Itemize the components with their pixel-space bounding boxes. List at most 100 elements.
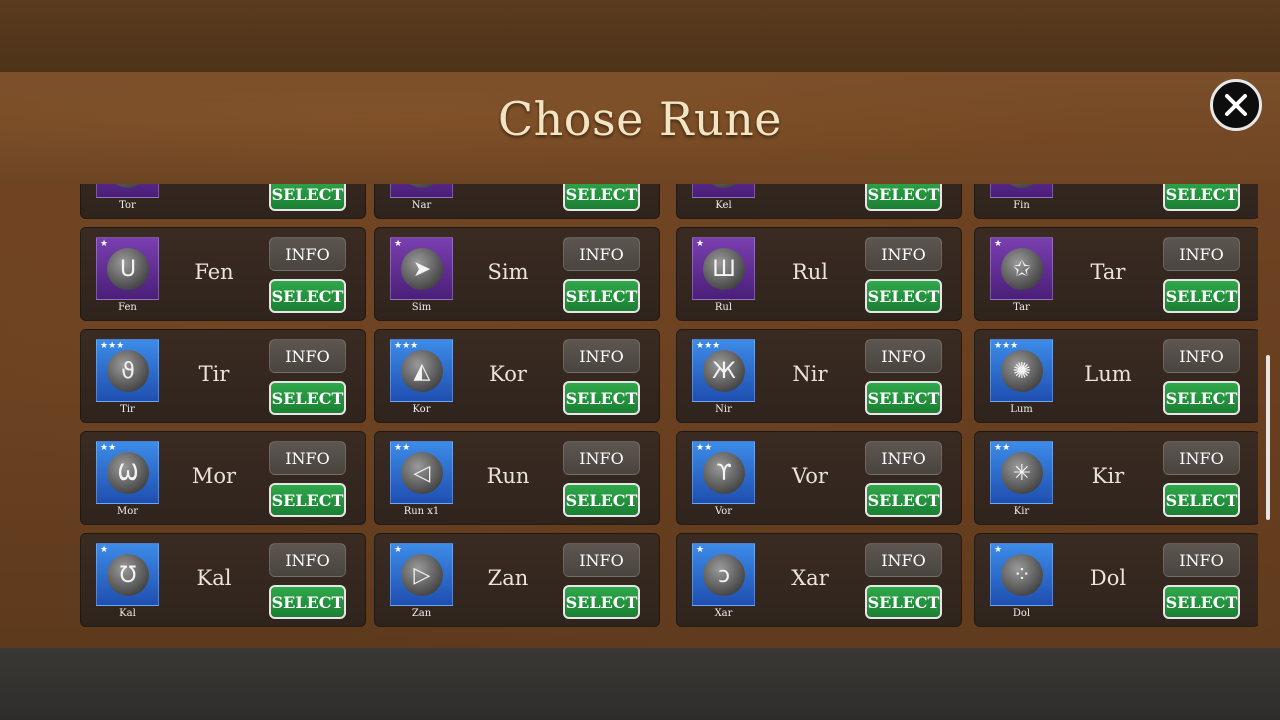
info-button[interactable]: INFO [865,237,942,271]
rune-icon[interactable]: Ш ★ [692,237,755,300]
info-button[interactable]: INFO [563,543,640,577]
rune-caption: Nar [411,200,432,211]
select-button[interactable]: SELECT [865,184,942,211]
rune-icon[interactable]: ⁘ ★ [990,543,1053,606]
rune-card: Ѡ ★★ Mor Mor INFO SELECT [80,431,366,525]
rune-card: Ш ★ Rul Rul INFO SELECT [676,227,962,321]
bottom-band [0,648,1280,720]
close-icon [1225,94,1247,116]
rune-caption: Nir [715,404,732,415]
select-button[interactable]: SELECT [563,483,640,517]
rune-icon[interactable]: ✲ [990,184,1053,198]
rune-icon[interactable]: Ж ★★★ [692,339,755,402]
rune-icon[interactable]: ↄ ★ [692,543,755,606]
select-button[interactable]: SELECT [1163,585,1240,619]
select-button[interactable]: SELECT [1163,483,1240,517]
info-button[interactable]: INFO [1163,543,1240,577]
rune-card: ĿNarNarSELECT [374,184,660,219]
rune-icon[interactable]: ϑ ★★★ [96,339,159,402]
star-rating-icon: ★ [696,239,705,249]
select-button[interactable]: SELECT [1163,381,1240,415]
rune-grid[interactable]: ☉TorTorSELECTĿNarNarSELECTШKelKelSELECT✲… [78,184,1258,637]
rune-caption: Run x1 [403,506,440,517]
info-button[interactable]: INFO [563,339,640,373]
select-button[interactable]: SELECT [865,483,942,517]
info-button[interactable]: INFO [269,339,346,373]
scrollbar[interactable] [1266,355,1270,520]
info-button[interactable]: INFO [563,237,640,271]
select-button[interactable]: SELECT [269,585,346,619]
rune-caption: Sim [411,302,432,313]
rune-icon[interactable]: ✳ ★★ [990,441,1053,504]
rune-icon[interactable]: ◁ ★★ [390,441,453,504]
rune-stone-icon: ✺ [1001,350,1043,392]
info-button[interactable]: INFO [1163,441,1240,475]
star-rating-icon: ★ [696,545,705,555]
rune-icon[interactable]: Ѡ ★★ [96,441,159,504]
rune-stone-icon: ✳ [1001,452,1043,494]
rune-caption: Fen [118,302,137,313]
rune-caption: Zan [411,608,432,619]
info-button[interactable]: INFO [269,237,346,271]
select-button[interactable]: SELECT [269,381,346,415]
rune-icon[interactable]: ☉ [96,184,159,198]
rune-caption: Tar [1013,302,1030,313]
rune-icon[interactable]: Ŀ [390,184,453,198]
rune-card: ✺ ★★★ Lum Lum INFO SELECT [974,329,1258,423]
info-button[interactable]: INFO [865,543,942,577]
rune-icon[interactable]: ϒ ★★ [692,441,755,504]
rune-icon[interactable]: Ս ★ [96,237,159,300]
rune-icon[interactable]: Ш [692,184,755,198]
rune-card: ➤ ★ Sim Sim INFO SELECT [374,227,660,321]
page-title: Chose Rune [497,92,783,146]
select-button[interactable]: SELECT [1163,184,1240,211]
rune-stone-icon: ▷ [401,554,443,596]
star-rating-icon: ★★ [394,443,411,453]
rune-caption: Mor [116,506,139,517]
header: Chose Rune [0,72,1280,184]
close-button[interactable] [1210,79,1262,131]
select-button[interactable]: SELECT [269,483,346,517]
rune-name: Tir [198,362,230,386]
rune-icon[interactable]: ✩ ★ [990,237,1053,300]
rune-icon[interactable]: Ʊ ★ [96,543,159,606]
rune-stone-icon: ◁ [401,452,443,494]
rune-icon[interactable]: ◭ ★★★ [390,339,453,402]
rune-icon[interactable]: ▷ ★ [390,543,453,606]
rune-icon[interactable]: ➤ ★ [390,237,453,300]
select-button[interactable]: SELECT [865,381,942,415]
rune-card: Ж ★★★ Nir Nir INFO SELECT [676,329,962,423]
info-button[interactable]: INFO [1163,339,1240,373]
rune-stone-icon: ✲ [1001,184,1043,188]
select-button[interactable]: SELECT [269,279,346,313]
select-button[interactable]: SELECT [865,279,942,313]
info-button[interactable]: INFO [563,441,640,475]
star-rating-icon: ★★ [994,443,1011,453]
rune-name: Kal [196,566,232,590]
rune-caption: Fin [1013,200,1030,211]
info-button[interactable]: INFO [865,339,942,373]
rune-icon[interactable]: ✺ ★★★ [990,339,1053,402]
star-rating-icon: ★★ [100,443,117,453]
select-button[interactable]: SELECT [563,381,640,415]
rune-stone-icon: Ѡ [107,452,149,494]
info-button[interactable]: INFO [1163,237,1240,271]
select-button[interactable]: SELECT [563,184,640,211]
rune-caption: Vor [714,506,733,517]
info-button[interactable]: INFO [269,441,346,475]
info-button[interactable]: INFO [865,441,942,475]
rune-name: Sim [487,260,529,284]
rune-caption: Kor [412,404,431,415]
select-button[interactable]: SELECT [563,279,640,313]
info-button[interactable]: INFO [269,543,346,577]
select-button[interactable]: SELECT [269,184,346,211]
rune-stone-icon: ϑ [107,350,149,392]
rune-name: Fen [194,260,234,284]
rune-name: Nir [792,362,828,386]
select-button[interactable]: SELECT [1163,279,1240,313]
select-button[interactable]: SELECT [865,585,942,619]
rune-card: ↄ ★ Xar Xar INFO SELECT [676,533,962,627]
rune-stone-icon: ◭ [401,350,443,392]
rune-caption: Rul [714,302,733,313]
select-button[interactable]: SELECT [563,585,640,619]
